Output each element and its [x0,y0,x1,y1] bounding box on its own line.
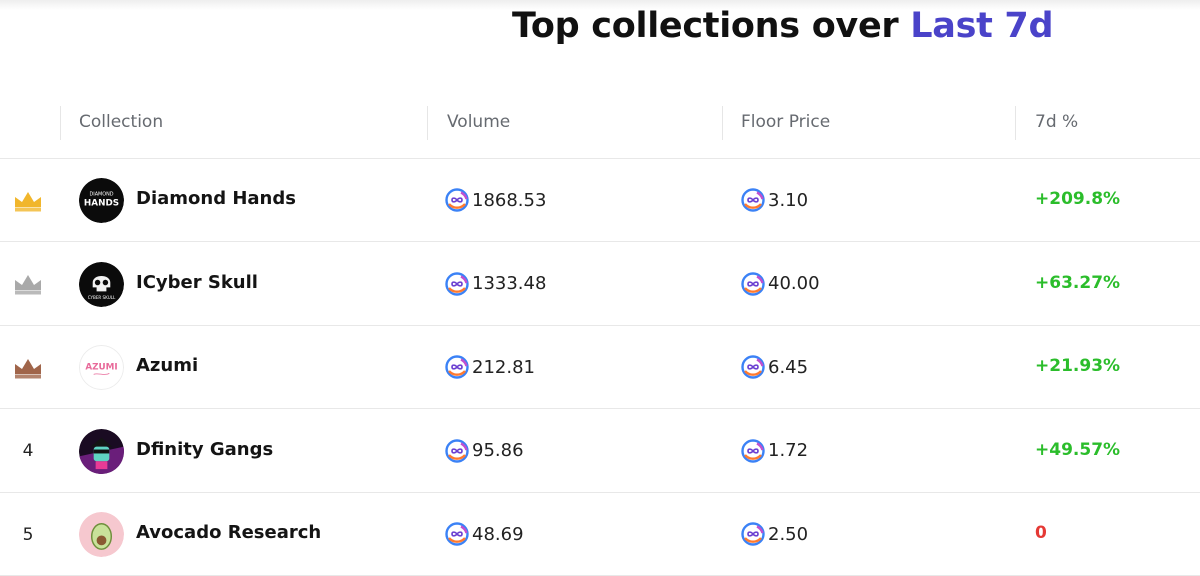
svg-text:HANDS: HANDS [84,198,119,208]
header-change-7d[interactable]: 7d % [1035,112,1078,132]
volume-cell: 212.81 [445,355,535,379]
volume-value: 1333.48 [472,273,547,294]
icp-token-icon [445,438,469,463]
volume-cell: 1333.48 [445,271,547,296]
change-7d-value: +49.57% [1035,439,1121,460]
floor-price-cell: 1.72 [741,438,809,463]
change-7d-value: +21.93% [1035,356,1121,376]
icp-token-icon [741,522,765,546]
table-row[interactable]: AZUMI Azumi 212.81 6.45 +21.93% [0,326,1200,409]
floor-price-value: 2.50 [768,523,809,545]
icp-token-icon [741,438,765,463]
rank-cell [14,326,42,409]
dfinity-gangs-logo [79,428,124,474]
icp-token-icon [445,188,469,212]
header-collection[interactable]: Collection [79,112,163,132]
table-row[interactable]: 5 Avocado Research 48.69 2.50 0 [0,493,1200,576]
floor-price-cell: 40.00 [741,271,820,296]
volume-cell: 95.86 [445,438,524,463]
page-title: Top collections over Last 7d [0,6,1200,46]
column-divider [722,106,723,140]
icp-token-icon [741,271,765,296]
floor-price-cell: 3.10 [741,188,808,212]
rank-number: 4 [22,441,34,461]
header-volume[interactable]: Volume [447,112,510,132]
period-selector[interactable]: Last 7d [910,6,1053,46]
bronze-crown-icon [15,358,41,378]
volume-cell: 1868.53 [445,188,546,212]
icp-token-icon [445,355,469,379]
volume-value: 48.69 [472,523,524,545]
cyber-skull-logo: CYBER SKULL [79,261,124,307]
collection-name[interactable]: Avocado Research [136,522,321,543]
rank-number: 5 [22,524,34,545]
floor-price-value: 1.72 [768,440,809,461]
icp-token-icon [741,355,765,379]
rank-cell: 4 [14,410,42,493]
rank-cell: 5 [14,493,42,576]
diamond-hands-logo: DIAMONDHANDS [79,178,124,223]
column-divider [427,106,428,140]
table-row[interactable]: 4 Dfinity Gangs 95.86 1.72 +49.57% [0,410,1200,493]
column-divider [1015,106,1016,140]
floor-price-cell: 2.50 [741,522,808,546]
icp-token-icon [445,522,469,546]
floor-price-value: 40.00 [768,273,820,294]
change-7d-value: +63.27% [1035,272,1121,293]
table-row[interactable]: CYBER SKULL ICyber Skull 1333.48 40.00 +63.2… [0,243,1200,326]
volume-cell: 48.69 [445,522,524,546]
change-7d-value: 0 [1035,523,1047,543]
gold-crown-icon [15,191,41,211]
avocado-research-logo [79,512,124,557]
floor-price-value: 3.10 [768,189,809,211]
change-7d-value: +209.8% [1035,189,1121,209]
floor-price-cell: 6.45 [741,355,808,379]
column-divider [60,106,61,140]
volume-value: 1868.53 [472,189,547,211]
svg-text:DIAMOND: DIAMOND [90,192,114,198]
volume-value: 95.86 [472,440,524,461]
icp-token-icon [741,188,765,212]
svg-text:CYBER SKULL: CYBER SKULL [88,295,116,300]
azumi-logo: AZUMI [79,345,124,390]
floor-price-value: 6.45 [768,356,809,378]
svg-text:AZUMI: AZUMI [85,362,117,372]
silver-crown-icon [15,275,41,295]
page-title-prefix: Top collections over [512,6,899,46]
collection-name[interactable]: Dfinity Gangs [136,439,273,460]
collection-name[interactable]: Azumi [136,355,198,376]
collection-name[interactable]: ICyber Skull [136,272,258,293]
rank-cell [14,159,42,242]
volume-value: 212.81 [472,356,535,378]
icp-token-icon [445,271,469,296]
collection-name[interactable]: Diamond Hands [136,188,296,209]
header-floor-price[interactable]: Floor Price [741,112,830,132]
table-row[interactable]: DIAMOND HANDS Diamond Hands 1868.53 3.10 +209… [0,159,1200,242]
rank-cell [14,243,42,326]
